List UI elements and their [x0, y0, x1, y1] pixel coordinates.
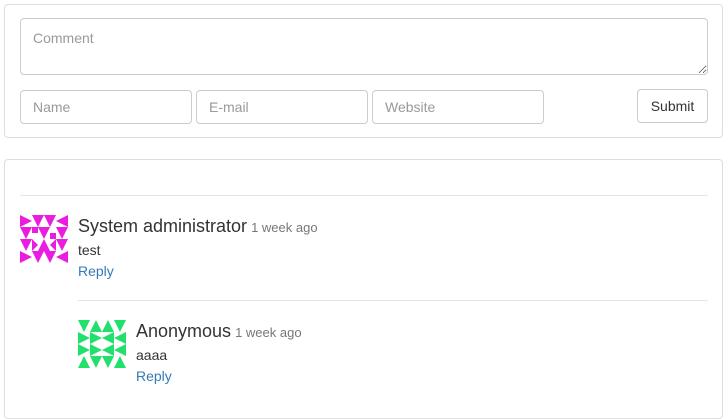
- email-field[interactable]: [196, 90, 368, 124]
- comment-text: aaaa: [136, 347, 168, 363]
- comment-form-panel: Submit: [4, 4, 723, 138]
- comment-textarea[interactable]: [20, 18, 708, 75]
- comment-time: 1 week ago: [251, 220, 318, 235]
- reply-link[interactable]: Reply: [78, 263, 114, 279]
- reply-link[interactable]: Reply: [136, 368, 172, 384]
- name-field[interactable]: [20, 90, 192, 124]
- comment-header: System administrator 1 week ago: [78, 216, 318, 237]
- comment-author: Anonymous: [136, 321, 232, 341]
- comments-panel: System administrator 1 week ago test Repl…: [4, 159, 723, 419]
- submit-button[interactable]: Submit: [637, 89, 708, 123]
- comment-header: Anonymous 1 week ago: [136, 321, 302, 342]
- divider: [78, 300, 708, 301]
- comment-time: 1 week ago: [235, 325, 302, 340]
- comment-text: test: [78, 242, 101, 258]
- divider: [20, 195, 708, 196]
- avatar-icon: [78, 320, 126, 368]
- website-field[interactable]: [372, 90, 544, 124]
- comment-author: System administrator: [78, 216, 248, 236]
- avatar-icon: [20, 215, 68, 263]
